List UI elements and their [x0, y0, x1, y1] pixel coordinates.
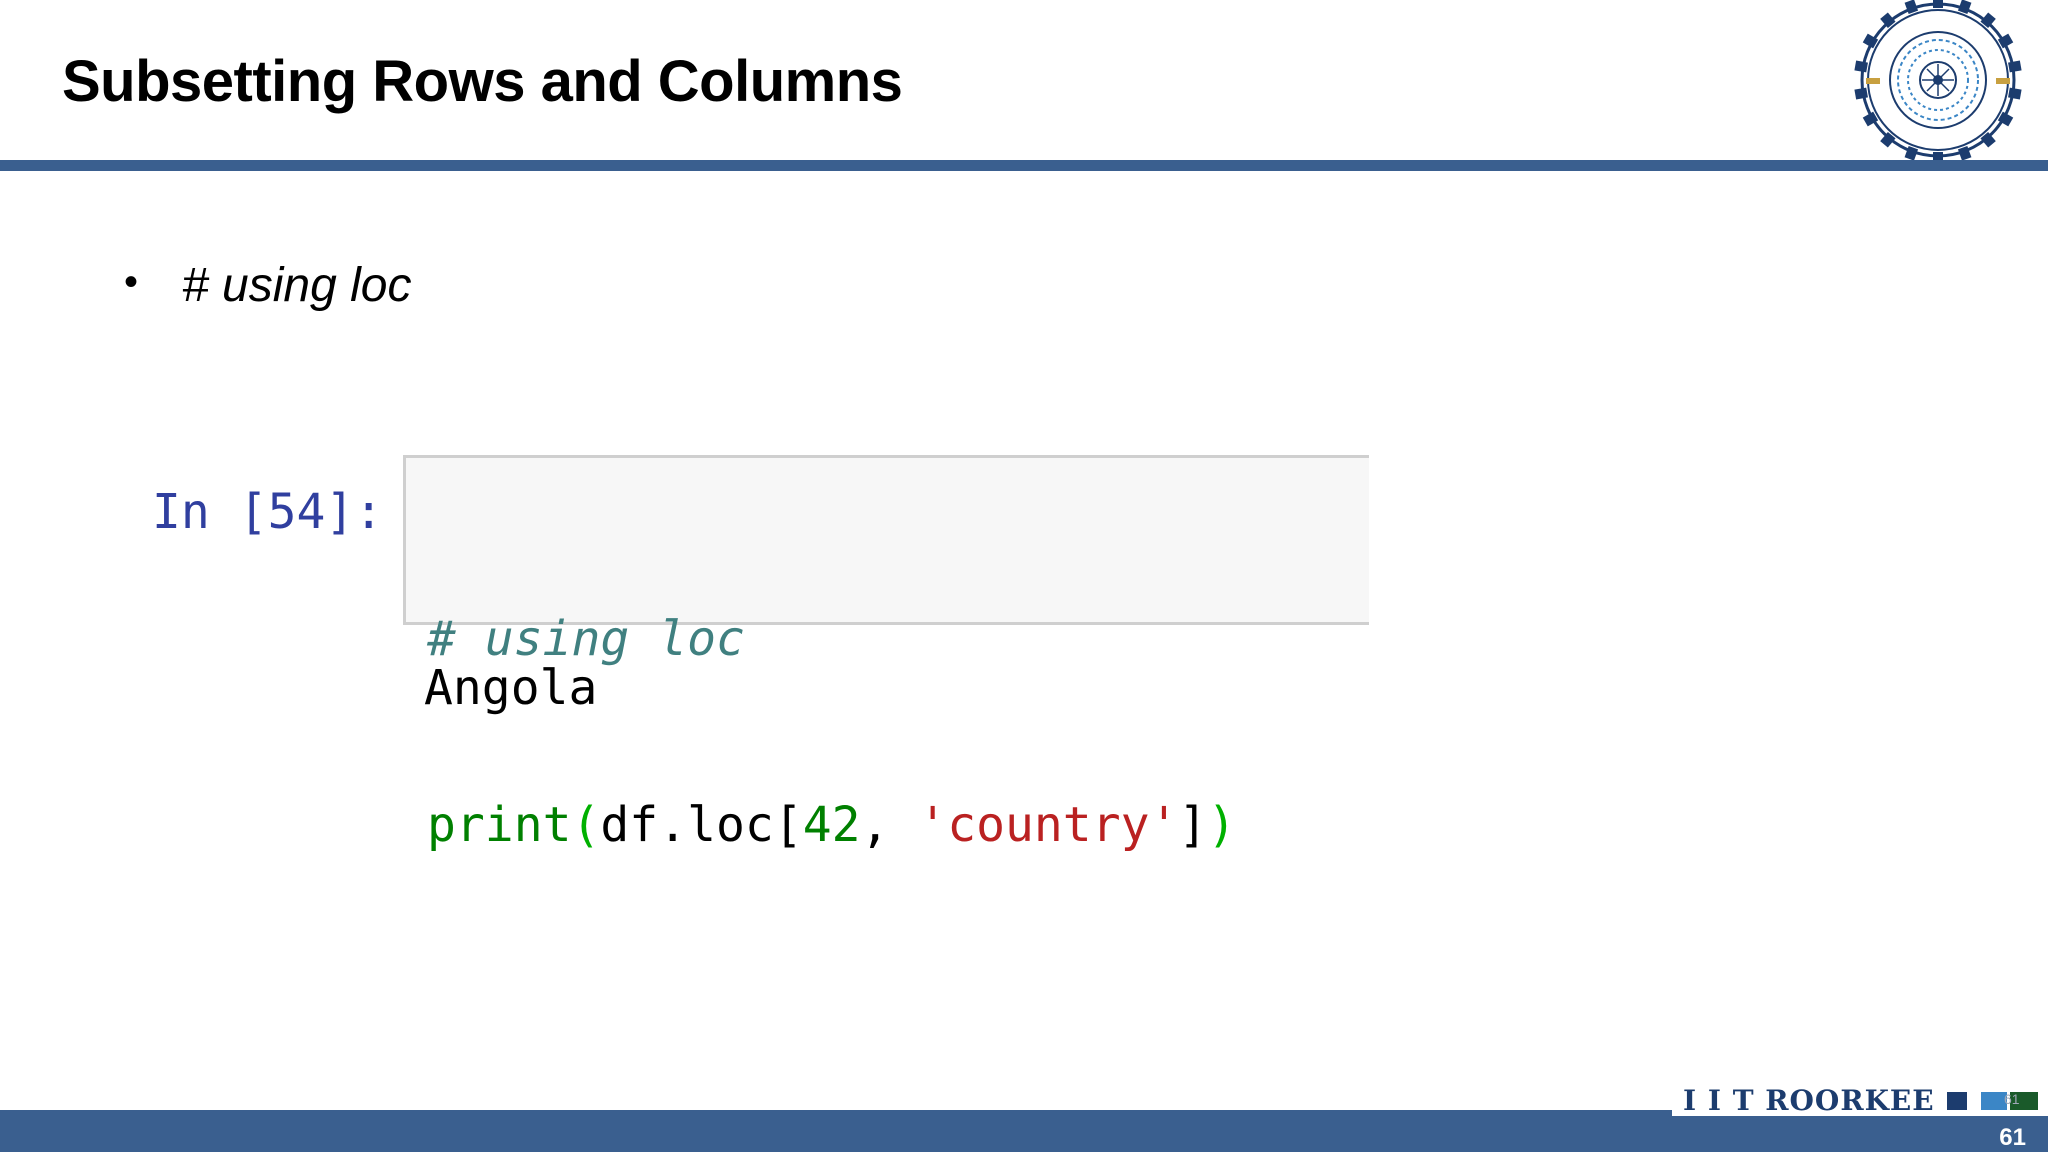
- bullet-dot: •: [124, 260, 139, 304]
- cell-prompt: In [54]:: [152, 484, 384, 540]
- header-divider: [0, 160, 2048, 171]
- bullet-text: # using loc: [182, 259, 412, 312]
- code-line-2: print(df.loc[42, 'country']): [427, 794, 1236, 856]
- code-close-bracket: ]: [1178, 797, 1208, 853]
- brand-square-icon: [1947, 1092, 1967, 1110]
- code-separator: ,: [860, 797, 919, 853]
- footer-brand: I I T ROORKEE: [1683, 1084, 1935, 1117]
- code-string: 'country': [918, 797, 1179, 853]
- code-number: 42: [802, 797, 861, 853]
- page-number: 61: [1999, 1124, 2026, 1151]
- code-open-paren: (: [571, 797, 601, 853]
- code-function: print: [427, 797, 572, 853]
- code-close-paren: ): [1207, 797, 1237, 853]
- footer-mini-page-number: 61: [2004, 1091, 2020, 1107]
- bullet-item: • # using loc: [124, 258, 411, 313]
- code-object: df.loc[: [600, 797, 803, 853]
- iit-roorkee-logo: [1854, 0, 2022, 160]
- slide-title: Subsetting Rows and Columns: [62, 49, 903, 114]
- code-comment: # using loc: [427, 611, 745, 667]
- cell-output: Angola: [424, 660, 598, 716]
